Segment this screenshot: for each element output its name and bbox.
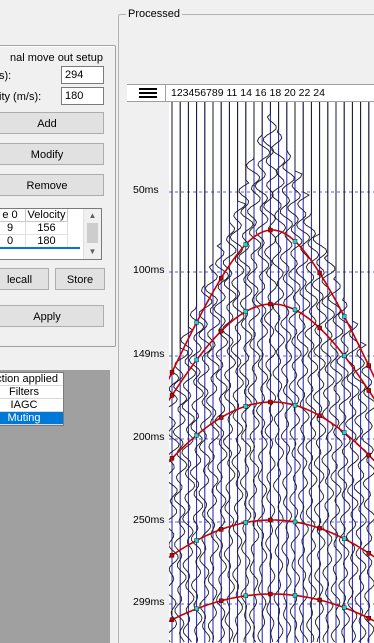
left-control-panel: nal move out setup s): ity (m/s): Add Mo…	[0, 0, 118, 643]
function-list-header: nction applied	[0, 373, 63, 386]
time-tick-label: 299ms	[133, 596, 165, 608]
apply-button[interactable]: Apply	[0, 305, 104, 327]
velocity-field-label: ity (m/s):	[0, 91, 42, 103]
modify-button[interactable]: Modify	[0, 143, 104, 165]
velocity-table[interactable]: e 0 Velocity 9 156 0 180 ▲ ▼	[0, 208, 102, 260]
function-applied-list[interactable]: nction applied Filters IAGC Muting	[0, 372, 64, 426]
processed-legend: Processed	[126, 8, 182, 20]
table-header-time[interactable]: e 0	[0, 209, 26, 222]
remove-button[interactable]: Remove	[0, 174, 104, 196]
scroll-down-icon[interactable]: ▼	[84, 245, 101, 259]
table-cell[interactable]: 9	[0, 222, 26, 235]
scroll-thumb[interactable]	[87, 223, 98, 243]
recall-button[interactable]: lecall	[0, 268, 49, 290]
store-button[interactable]: Store	[55, 268, 105, 290]
time-input[interactable]	[61, 66, 104, 84]
time-tick-label: 50ms	[133, 184, 159, 196]
function-item-iagc[interactable]: IAGC	[0, 399, 63, 412]
app-window: nal move out setup s): ity (m/s): Add Mo…	[0, 0, 374, 643]
seismic-plot[interactable]	[158, 102, 374, 643]
table-scrollbar[interactable]: ▲ ▼	[83, 209, 101, 259]
time-tick-label: 100ms	[133, 264, 165, 276]
function-item-filters[interactable]: Filters	[0, 386, 63, 399]
nmo-setup-legend: nal move out setup	[10, 52, 105, 64]
trace-number-labels: 123456789 11 14 16 18 20 22 24	[171, 87, 325, 99]
time-tick-label: 200ms	[133, 431, 165, 443]
function-item-muting[interactable]: Muting	[0, 412, 63, 425]
velocity-input[interactable]	[61, 87, 104, 105]
time-tick-label: 250ms	[133, 514, 165, 526]
time-tick-label: 149ms	[133, 348, 165, 360]
hamburger-menu-icon[interactable]	[131, 85, 166, 101]
selected-row-indicator	[0, 247, 80, 249]
table-cell[interactable]: 156	[26, 222, 68, 235]
seismic-plot-canvas[interactable]	[158, 102, 374, 643]
time-field-label: s):	[0, 70, 12, 82]
table-header-velocity[interactable]: Velocity	[26, 209, 68, 222]
scroll-up-icon[interactable]: ▲	[84, 209, 101, 223]
add-button[interactable]: Add	[0, 112, 104, 134]
